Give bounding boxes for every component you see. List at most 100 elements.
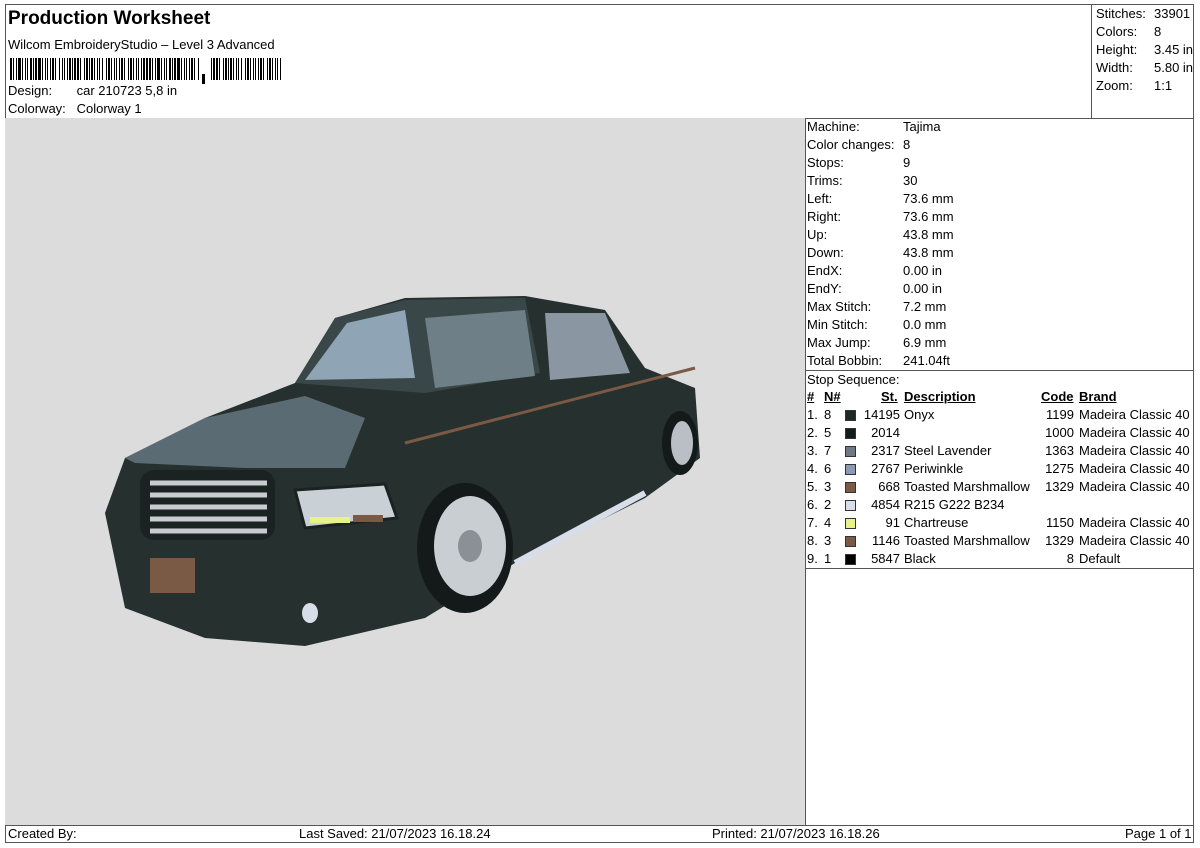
- barcode-bar: [133, 58, 134, 80]
- info-row: EndX: 0.00 in: [807, 263, 942, 278]
- info-label: Max Jump:: [807, 335, 871, 350]
- thread-code: 1150: [1046, 515, 1074, 530]
- barcode-bar: [161, 58, 162, 80]
- barcode-bar: [35, 58, 37, 80]
- barcode-bar: [230, 58, 232, 80]
- table-row: 9. 1 5847 Black 8 Default: [807, 551, 1194, 569]
- thread-brand: Madeira Classic 40: [1079, 515, 1190, 530]
- barcode-bar: [267, 58, 268, 80]
- barcode-bar: [169, 58, 171, 80]
- info-row: EndY: 0.00 in: [807, 281, 942, 296]
- info-label: EndX:: [807, 263, 843, 278]
- barcode-bar: [228, 58, 229, 80]
- barcode-bar: [260, 58, 262, 80]
- last-saved: Last Saved: 21/07/2023 16.18.24: [299, 826, 491, 841]
- thread-code: 1000: [1045, 425, 1074, 440]
- barcode-bar: [27, 58, 28, 80]
- table-row: 4. 6 2767 Periwinkle 1275 Madeira Classic 40: [807, 461, 1194, 479]
- barcode-bar: [272, 58, 273, 80]
- thread-brand: Madeira Classic 40: [1079, 407, 1190, 422]
- col-header-brand: Brand: [1079, 389, 1117, 404]
- barcode-bar: [275, 58, 276, 80]
- info-row: Total Bobbin: 241.04ft: [807, 353, 950, 368]
- stat-width: Width: 5.80 in: [1096, 60, 1193, 75]
- barcode-bar: [25, 58, 26, 80]
- stat-value: 5.80 in: [1154, 60, 1194, 75]
- barcode-bar: [119, 58, 120, 80]
- needle-number: 4: [824, 515, 832, 530]
- row-number: 6.: [807, 497, 818, 512]
- design-preview: [5, 118, 806, 825]
- barcode-bar: [152, 58, 153, 80]
- barcode-bar: [277, 58, 278, 80]
- barcode-bar: [245, 58, 246, 80]
- design-value: car 210723 5,8 in: [76, 83, 178, 98]
- barcode-bar: [184, 58, 185, 80]
- thread-description: R215 G222 B234: [904, 497, 1005, 512]
- needle-number: 1: [824, 551, 832, 566]
- thread-description: Periwinkle: [904, 461, 964, 476]
- stitch-count: 1146: [872, 533, 900, 548]
- table-row: 7. 4 91 Chartreuse 1150 Madeira Classic 40: [807, 515, 1194, 533]
- info-value: 0.00 in: [903, 263, 943, 278]
- barcode-bar: [30, 58, 32, 80]
- barcode-bar: [181, 58, 182, 80]
- barcode-bar: [269, 58, 271, 80]
- barcode-bar: [121, 58, 123, 80]
- color-swatch: [845, 500, 856, 511]
- barcode-mark: [202, 74, 205, 84]
- barcode-bar: [149, 58, 151, 80]
- thread-code: 1329: [1045, 533, 1074, 548]
- barcode-bar: [86, 58, 88, 80]
- table-bottom-divider: [805, 568, 1194, 569]
- stitch-count: 5847: [871, 551, 900, 566]
- info-row: Stops: 9: [807, 155, 910, 170]
- page-number: Page 1 of 1: [1125, 826, 1192, 841]
- col-header-n: N#: [824, 389, 841, 404]
- barcode-bar: [166, 58, 167, 80]
- info-label: Total Bobbin:: [807, 353, 883, 368]
- barcode-bar: [38, 58, 41, 80]
- barcode-bar: [253, 58, 254, 80]
- table-row: 5. 3 668 Toasted Marshmallow 1329 Madeira Cla…: [807, 479, 1194, 497]
- design-label: Design:: [8, 83, 53, 98]
- color-swatch: [845, 410, 856, 421]
- info-value: 241.04ft: [903, 353, 950, 368]
- needle-number: 5: [824, 425, 832, 440]
- info-row: Down: 43.8 mm: [807, 245, 954, 260]
- thread-code: 8: [1066, 551, 1074, 566]
- info-label: Up:: [807, 227, 828, 242]
- barcode-bar: [258, 58, 259, 80]
- barcode-bar: [241, 58, 242, 80]
- color-swatch: [845, 464, 856, 475]
- info-value: 73.6 mm: [903, 191, 954, 206]
- stitch-count: 2767: [871, 461, 900, 476]
- barcode-bar: [55, 58, 56, 80]
- info-value: 8: [903, 137, 911, 152]
- info-value: 73.6 mm: [903, 209, 954, 224]
- row-number: 5.: [807, 479, 818, 494]
- barcode-bar: [77, 58, 79, 80]
- info-value: 6.9 mm: [903, 335, 947, 350]
- thread-description: Steel Lavender: [904, 443, 992, 458]
- color-swatch: [845, 446, 856, 457]
- barcode-bar: [106, 58, 107, 80]
- barcode-bar: [250, 58, 251, 80]
- barcode-bar: [97, 58, 98, 80]
- thread-description: Black: [904, 551, 936, 566]
- row-number: 4.: [807, 461, 818, 476]
- info-value: 30: [903, 173, 918, 188]
- row-number: 7.: [807, 515, 818, 530]
- stitch-count: 4854: [871, 497, 900, 512]
- barcode-bar: [67, 58, 68, 80]
- col-header-stitches: St.: [881, 389, 898, 404]
- barcode-bar: [64, 58, 65, 80]
- info-value: 43.8 mm: [903, 227, 954, 242]
- barcode-bar: [280, 58, 281, 80]
- barcode-bar: [247, 58, 249, 80]
- info-label: Max Stitch:: [807, 299, 872, 314]
- barcode-bar: [84, 58, 85, 80]
- barcode-bar: [136, 58, 137, 80]
- stat-label: Zoom:: [1096, 78, 1133, 93]
- stat-height: Height: 3.45 in: [1096, 42, 1193, 57]
